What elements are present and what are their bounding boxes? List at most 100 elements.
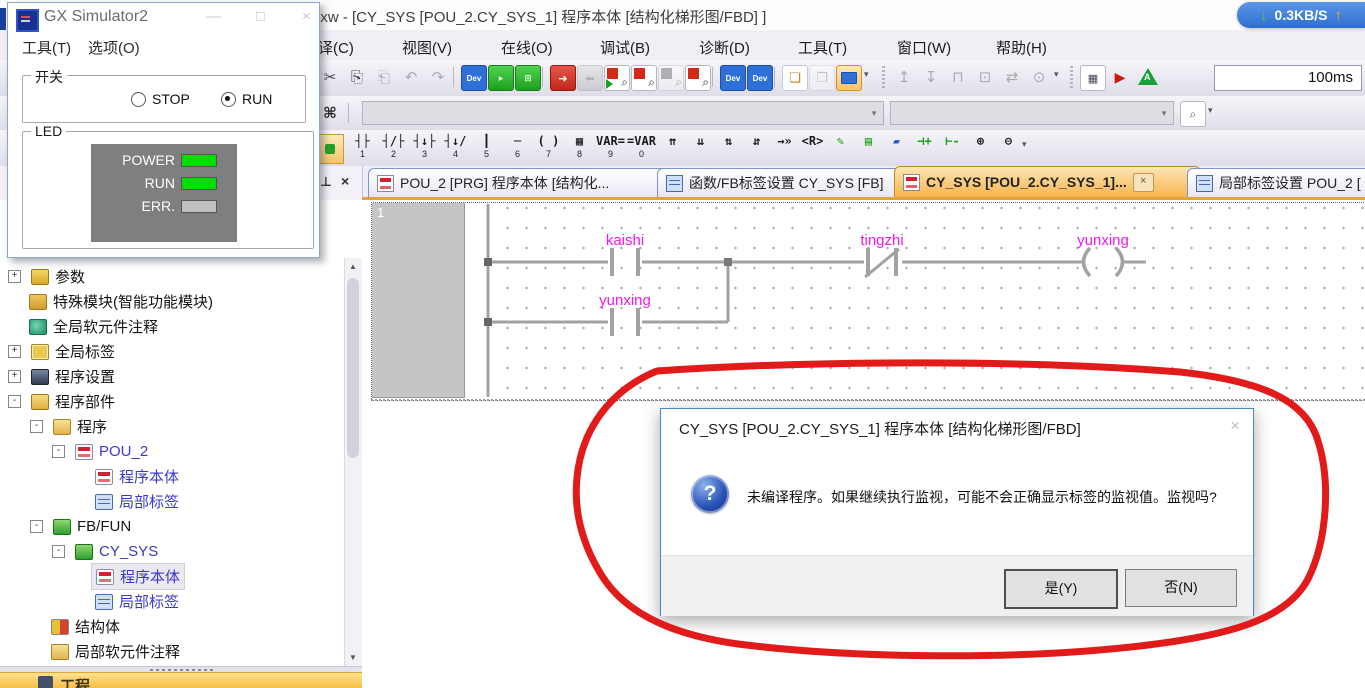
debug-step-over-icon[interactable]: ↧ (919, 65, 943, 89)
find-icon[interactable]: ⌘ (318, 101, 342, 125)
ladder-symbol-icon-⊢-[interactable]: ⊢- (938, 133, 967, 163)
monitor-write-icon[interactable]: ⌕ (685, 65, 711, 91)
debug-break-icon[interactable]: ⇄ (1000, 65, 1024, 89)
menu-item-3[interactable]: 调试(B) (594, 35, 656, 60)
doc-find-icon[interactable]: ⌕ (1180, 101, 1206, 127)
tree-item-局部软元件注释[interactable]: 局部软元件注释 (30, 639, 184, 664)
menu-tools[interactable]: 工具(T) (22, 37, 71, 58)
no-button[interactable]: 否(N) (1125, 569, 1237, 607)
menu-item-6[interactable]: 窗口(W) (891, 35, 957, 60)
simulator-icon[interactable]: ▦ (1080, 65, 1106, 91)
ladder-symbol-icon-⇅[interactable]: ⇅ (714, 133, 743, 163)
ladder-symbol-icon-4[interactable]: ┤↓/4 (441, 133, 470, 163)
ladder-symbol-icon-⊕[interactable]: ⊕ (966, 133, 995, 163)
ladder-symbol-icon-▤[interactable]: ▤ (854, 133, 883, 163)
debug-step-icon[interactable]: ↥ (892, 65, 916, 89)
tree-item-程序部件[interactable]: -程序部件 (8, 389, 119, 414)
toolbar-grip[interactable] (882, 66, 885, 90)
radio-circle-selected[interactable] (221, 92, 236, 107)
menu-options[interactable]: 选项(O) (88, 37, 140, 58)
expand-icon[interactable]: + (8, 370, 21, 383)
tab-3[interactable]: CY_SYS [POU_2.CY_SYS_1]...× (894, 166, 1201, 197)
tree-item-全局标签[interactable]: +全局标签 (8, 339, 119, 364)
menu-item-2[interactable]: 在线(O) (495, 35, 559, 60)
collapse-icon[interactable]: - (8, 395, 21, 408)
contact-label[interactable]: tingzhi (837, 232, 927, 249)
ladder-symbol-icon-⇈[interactable]: ⇈ (658, 133, 687, 163)
monitor-start-icon[interactable]: ⌕ (604, 65, 630, 91)
scroll-down-icon[interactable]: ▼ (345, 649, 361, 666)
tree-item-全局软元件注释[interactable]: 全局软元件注释 (8, 314, 162, 339)
ladder-symbol-icon-3[interactable]: ┤↓├3 (410, 133, 439, 163)
collapse-icon[interactable]: - (30, 420, 43, 433)
select-mode-icon[interactable] (316, 134, 344, 164)
stop-radio[interactable]: STOP (131, 91, 190, 107)
collapse-icon[interactable]: - (52, 445, 65, 458)
toolbar-overflow-icon[interactable]: ▾ (1054, 69, 1059, 80)
monitor-mode-icon[interactable] (836, 65, 862, 91)
tree-item-程序本体[interactable]: 程序本体 (74, 464, 183, 489)
panel-pin-icon[interactable]: ⊥ (320, 174, 332, 190)
tree-item-CY_SYS[interactable]: -CY_SYS (52, 539, 162, 564)
tab-close-icon[interactable]: × (1133, 173, 1154, 192)
debug-watch-icon[interactable]: ⊙ (1027, 65, 1051, 89)
tree-item-特殊模块(智能功能模块)[interactable]: 特殊模块(智能功能模块) (8, 289, 217, 314)
yes-button[interactable]: 是(Y) (1004, 569, 1118, 609)
toolbar-grip[interactable] (1070, 66, 1073, 90)
toolbar-overflow-icon[interactable]: ▾ (864, 69, 869, 80)
ladder-symbol-icon-<R>[interactable]: <R> (798, 133, 827, 163)
run-radio[interactable]: RUN (221, 91, 272, 107)
branch-contact-label[interactable]: yunxing (580, 292, 670, 309)
simulation-start-icon[interactable]: ▶ (1108, 65, 1132, 89)
ladder-symbol-icon-1[interactable]: ┤├1 (348, 133, 377, 163)
cut-icon[interactable]: ✂ (318, 65, 342, 89)
tree-item-POU_2[interactable]: -POU_2 (52, 439, 152, 464)
debug-pulse-icon[interactable]: ⊓ (946, 65, 970, 89)
device-register-monitor-icon[interactable]: Dev (747, 65, 773, 91)
copy-icon[interactable]: ⎘ (345, 65, 369, 89)
ladder-symbol-icon-✎[interactable]: ✎ (826, 133, 855, 163)
expand-icon[interactable]: + (8, 270, 21, 283)
monitor-stop-icon[interactable]: ⌕ (631, 65, 657, 91)
ladder-symbol-icon-⇊[interactable]: ⇊ (686, 133, 715, 163)
ladder-symbol-icon-⊖[interactable]: ⊖ (994, 133, 1023, 163)
scroll-thumb[interactable] (347, 278, 359, 458)
tab-2[interactable]: 函数/FB标签设置 CY_SYS [FB] (657, 168, 908, 197)
ladder-symbol-icon-5[interactable]: ┃5 (472, 133, 501, 163)
debug-skip-icon[interactable]: ⊡ (973, 65, 997, 89)
menu-item-5[interactable]: 工具(T) (792, 35, 853, 60)
minimize-icon[interactable]: — (206, 8, 221, 25)
find-device-combobox[interactable]: ▼ (890, 101, 1174, 125)
find-target-combobox[interactable]: ▼ (362, 101, 884, 125)
scan-time-field[interactable]: 100ms (1214, 65, 1362, 91)
tree-item-程序设置[interactable]: +程序设置 (8, 364, 119, 389)
radio-circle[interactable] (131, 92, 146, 107)
project-panel-footer[interactable]: 工程 (0, 672, 362, 688)
undo-icon[interactable]: ↶ (399, 65, 423, 89)
write-to-plc-icon[interactable]: ➜ (550, 65, 576, 91)
tree-item-局部标签[interactable]: 局部标签 (74, 589, 183, 614)
tree-item-程序[interactable]: -程序 (30, 414, 111, 439)
maximize-icon[interactable]: □ (256, 8, 265, 25)
ladder-symbol-icon-8[interactable]: ▦8 (565, 133, 594, 163)
ladder-symbol-icon-2[interactable]: ┤/├2 (379, 133, 408, 163)
menu-item-4[interactable]: 诊断(D) (693, 35, 756, 60)
paste-icon[interactable]: ⎗ (372, 65, 396, 89)
expand-icon[interactable]: + (8, 345, 21, 358)
collapse-icon[interactable]: - (30, 520, 43, 533)
coil-label[interactable]: yunxing (1058, 232, 1148, 249)
simulator-titlebar[interactable]: GX Simulator2 — □ × (8, 3, 319, 33)
close-icon[interactable]: × (302, 8, 311, 25)
comment-display-icon[interactable]: ❏ (782, 65, 808, 91)
device-batch-monitor-icon[interactable]: Dev (720, 65, 746, 91)
menu-item-7[interactable]: 帮助(H) (990, 35, 1053, 60)
statement-display-icon[interactable]: ❐ (809, 65, 835, 91)
tree-item-局部标签[interactable]: 局部标签 (74, 489, 183, 514)
scroll-up-icon[interactable]: ▲ (345, 258, 361, 275)
device-display-icon[interactable]: Dev (461, 65, 487, 91)
ladder-symbol-icon-7[interactable]: ( )7 (534, 133, 563, 163)
ladder-symbol-icon-→»[interactable]: →» (770, 133, 799, 163)
tree-item-结构体[interactable]: 结构体 (30, 614, 124, 639)
ladder-symbol-icon-⇵[interactable]: ⇵ (742, 133, 771, 163)
ladder-symbol-icon-▰[interactable]: ▰ (882, 133, 911, 163)
